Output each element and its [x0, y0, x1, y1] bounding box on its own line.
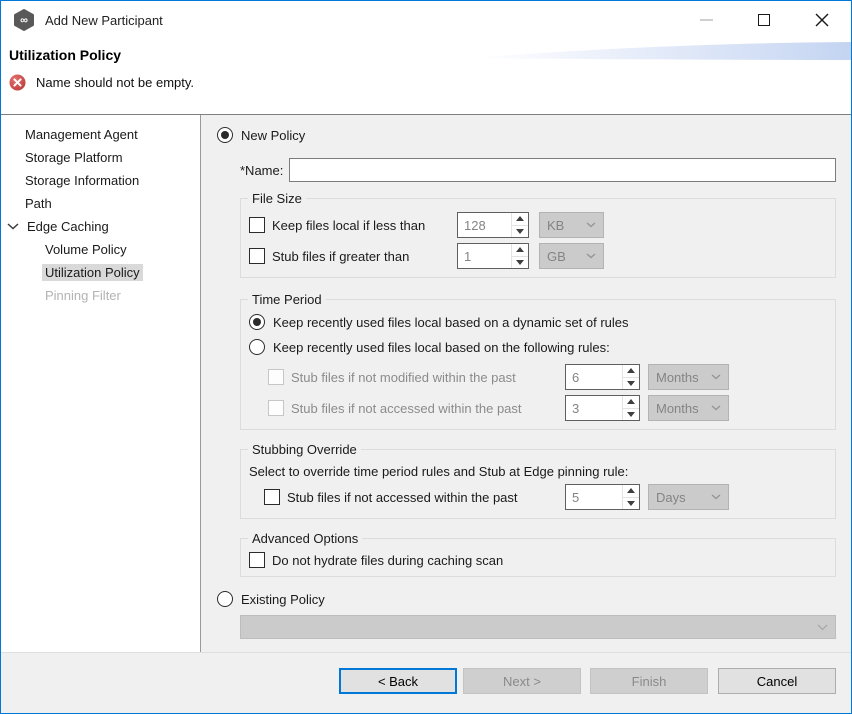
stub-files-greater-row: Stub files if greater than 1 GB: [249, 243, 827, 269]
new-policy-radio-row: New Policy: [217, 127, 836, 143]
sidebar-item-utilization-policy[interactable]: Utilization Policy: [1, 261, 200, 284]
stubbing-override-group: Stubbing Override Select to override tim…: [240, 442, 836, 519]
not-accessed-value-spinner: 3: [565, 395, 640, 421]
time-period-group: Time Period Keep recently used files loc…: [240, 292, 836, 430]
back-button[interactable]: < Back: [339, 668, 457, 694]
override-value-spinner: 5: [565, 484, 640, 510]
chevron-down-icon: [711, 405, 721, 411]
sidebar-item-storage-platform[interactable]: Storage Platform: [1, 146, 200, 169]
cancel-button[interactable]: Cancel: [718, 668, 836, 694]
spinner-down-icon: [623, 377, 639, 390]
wizard-header: Utilization Policy Name should not be em…: [1, 39, 851, 115]
file-size-legend: File Size: [248, 191, 306, 206]
keep-files-local-row: Keep files local if less than 128 KB: [249, 212, 827, 238]
file-size-group: File Size Keep files local if less than …: [240, 191, 836, 278]
not-modified-unit-dropdown: Months: [648, 364, 729, 390]
error-circle-x-icon: [9, 74, 26, 91]
keep-files-local-size-spinner[interactable]: 128: [457, 212, 529, 238]
utilization-policy-page: New Policy *Name: File Size Keep files l…: [201, 115, 851, 652]
spinner-down-icon: [623, 408, 639, 421]
sidebar-item-path[interactable]: Path: [1, 192, 200, 215]
name-label: *Name:: [240, 163, 283, 178]
validation-error-row: Name should not be empty.: [9, 74, 851, 91]
sidebar-item-edge-caching[interactable]: Edge Caching: [1, 215, 200, 238]
spinner-up-icon[interactable]: [512, 213, 528, 225]
wizard-footer: < Back Next > Finish Cancel: [1, 652, 851, 713]
not-modified-checkbox: [268, 369, 284, 385]
not-accessed-unit-dropdown: Months: [648, 395, 729, 421]
maximize-button[interactable]: [735, 1, 793, 39]
stub-files-greater-unit-dropdown: GB: [539, 243, 604, 269]
sidebar-item-volume-policy[interactable]: Volume Policy: [1, 238, 200, 261]
add-new-participant-dialog: ∞ Add New Participant: [0, 0, 852, 714]
stub-files-greater-size-spinner[interactable]: 1: [457, 243, 529, 269]
chevron-down-icon: [711, 374, 721, 380]
not-modified-row: Stub files if not modified within the pa…: [249, 364, 827, 390]
time-period-legend: Time Period: [248, 292, 326, 307]
keep-files-local-checkbox[interactable]: [249, 217, 265, 233]
close-button[interactable]: [793, 1, 851, 39]
sidebar-item-management-agent[interactable]: Management Agent: [1, 123, 200, 146]
chevron-down-icon: [711, 494, 721, 500]
stub-files-greater-checkbox[interactable]: [249, 248, 265, 264]
not-accessed-row: Stub files if not accessed within the pa…: [249, 395, 827, 421]
override-unit-dropdown: Days: [648, 484, 729, 510]
close-icon: [815, 13, 829, 27]
sidebar-item-storage-information[interactable]: Storage Information: [1, 169, 200, 192]
existing-policy-radio-row: Existing Policy: [217, 591, 836, 607]
title-bar: ∞ Add New Participant: [1, 1, 851, 39]
spinner-down-icon: [623, 497, 639, 510]
existing-policy-radio[interactable]: [217, 591, 233, 607]
not-modified-value-spinner: 6: [565, 364, 640, 390]
app-hexagon-infinity-icon: ∞: [13, 9, 35, 31]
not-accessed-checkbox: [268, 400, 284, 416]
window-controls: [677, 1, 851, 39]
chevron-down-icon[interactable]: [7, 223, 19, 230]
existing-policy-label: Existing Policy: [241, 592, 325, 607]
do-not-hydrate-checkbox[interactable]: [249, 552, 265, 568]
following-rules-radio[interactable]: [249, 339, 265, 355]
error-message: Name should not be empty.: [36, 75, 194, 90]
existing-policy-dropdown: [240, 615, 836, 639]
advanced-options-legend: Advanced Options: [248, 531, 362, 546]
wizard-body: Management Agent Storage Platform Storag…: [1, 115, 851, 652]
maximize-icon: [758, 14, 770, 26]
advanced-options-group: Advanced Options Do not hydrate files du…: [240, 531, 836, 577]
spinner-up-icon: [623, 485, 639, 497]
dynamic-rules-radio[interactable]: [249, 314, 265, 330]
stubbing-override-description: Select to override time period rules and…: [249, 464, 827, 479]
next-button: Next >: [463, 668, 581, 694]
new-policy-label: New Policy: [241, 128, 305, 143]
dynamic-rules-radio-row: Keep recently used files local based on …: [249, 314, 827, 330]
sidebar-item-pinning-filter: Pinning Filter: [1, 284, 200, 307]
override-not-accessed-row: Stub files if not accessed within the pa…: [249, 484, 827, 510]
do-not-hydrate-row: Do not hydrate files during caching scan: [249, 552, 827, 568]
wizard-step-sidebar: Management Agent Storage Platform Storag…: [1, 115, 201, 652]
finish-button: Finish: [590, 668, 708, 694]
svg-text:∞: ∞: [20, 15, 28, 27]
window-title: Add New Participant: [45, 13, 163, 28]
new-policy-radio[interactable]: [217, 127, 233, 143]
keep-files-local-unit-dropdown: KB: [539, 212, 604, 238]
following-rules-radio-row: Keep recently used files local based on …: [249, 339, 827, 355]
chevron-down-icon: [817, 624, 828, 631]
name-field-row: *Name:: [240, 158, 836, 182]
stubbing-override-legend: Stubbing Override: [248, 442, 361, 457]
chevron-down-icon: [586, 253, 596, 259]
spinner-up-icon: [623, 396, 639, 408]
spinner-down-icon[interactable]: [512, 225, 528, 238]
spinner-up-icon: [623, 365, 639, 377]
minimize-icon: [700, 19, 713, 21]
spinner-up-icon[interactable]: [512, 244, 528, 256]
minimize-button[interactable]: [677, 1, 735, 39]
policy-name-input[interactable]: [289, 158, 836, 182]
page-title: Utilization Policy: [9, 47, 851, 63]
spinner-down-icon[interactable]: [512, 256, 528, 269]
override-not-accessed-checkbox[interactable]: [264, 489, 280, 505]
chevron-down-icon: [586, 222, 596, 228]
